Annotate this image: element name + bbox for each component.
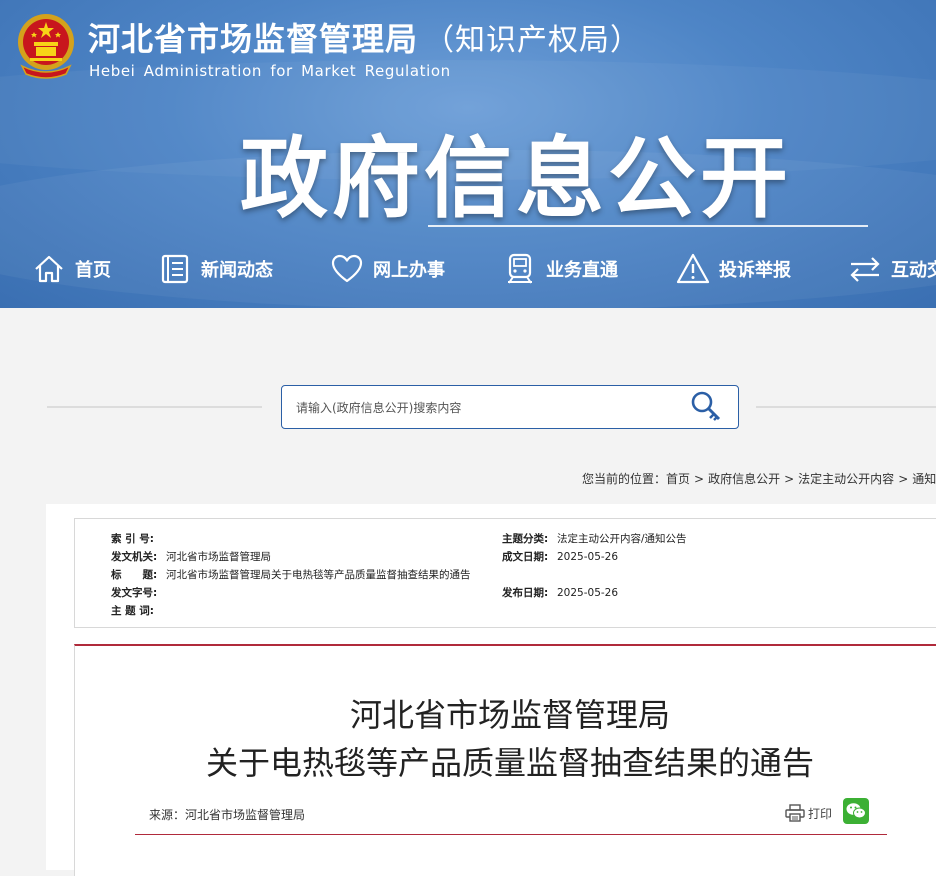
meta-created-date: 成文日期: 2025-05-26 (502, 549, 618, 564)
article-title-line2: 关于电热毯等产品质量监督抽查结果的通告 (205, 744, 814, 782)
nav-label: 新闻动态 (201, 260, 273, 281)
meta-value: 2025-05-26 (557, 587, 619, 599)
meta-published-date: 发布日期: 2025-05-26 (502, 585, 618, 600)
breadcrumb: 您当前的位置：首页>政府信息公开>法定主动公开内容>通知公告 (582, 470, 936, 487)
site-name-main: 河北省市场监督管理局 (88, 20, 419, 58)
main-content: 您当前的位置：首页>政府信息公开>法定主动公开内容>通知公告 索 引 号: 发文… (14, 308, 936, 876)
print-button[interactable]: 打印 (785, 804, 832, 822)
train-icon (508, 253, 532, 284)
breadcrumb-prefix: 您当前的位置： (582, 472, 667, 486)
nav-label: 业务直通 (546, 260, 618, 281)
nav-item-news[interactable]: 新闻动态 (158, 246, 273, 292)
national-emblem-icon[interactable] (14, 12, 78, 80)
meta-value: 河北省市场监督管理局 (166, 551, 271, 563)
breadcrumb-link-legal-content[interactable]: 法定主动公开内容 (798, 472, 894, 486)
heart-icon (331, 254, 363, 283)
meta-value: 河北省市场监督管理局关于电热毯等产品质量监督抽查结果的通告 (166, 569, 471, 581)
printer-icon (785, 804, 805, 822)
article-title-line1: 河北省市场监督管理局 (349, 696, 670, 734)
meta-label: 主 题 词: (111, 605, 155, 617)
breadcrumb-link-home[interactable]: 首页 (666, 472, 690, 486)
meta-category: 主题分类: 法定主动公开内容/通知公告 (502, 531, 687, 546)
article: 河北省市场监督管理局 关于电热毯等产品质量监督抽查结果的通告 来源：河北省市场监… (74, 644, 936, 876)
news-icon (161, 254, 189, 284)
meta-label: 发文字号: (111, 587, 158, 599)
breadcrumb-link-gov-info[interactable]: 政府信息公开 (708, 472, 780, 486)
search-key-icon[interactable] (690, 390, 724, 424)
breadcrumb-separator: > (898, 472, 909, 486)
site-header: 河北省市场监督管理局 （知识产权局） Hebei Administration f… (0, 0, 936, 308)
meta-label: 主题分类: (502, 533, 549, 545)
main-nav: 首页 新闻动态 网上办事 业务直通 投诉举报 互动 (0, 246, 936, 292)
nav-item-online-service[interactable]: 网上办事 (330, 246, 445, 292)
meta-label: 索 引 号: (111, 533, 155, 545)
meta-issuer: 发文机关: 河北省市场监督管理局 (111, 549, 271, 564)
site-name-cn[interactable]: 河北省市场监督管理局 （知识产权局） (88, 14, 641, 60)
breadcrumb-separator: > (694, 472, 705, 486)
breadcrumb-link-notices[interactable]: 通知公告 (912, 472, 936, 486)
site-name-en: Hebei Administration for Market Regulati… (89, 62, 451, 80)
meta-index: 索 引 号: (111, 531, 166, 546)
meta-label: 成文日期: (502, 551, 549, 563)
nav-item-complaint[interactable]: 投诉举报 (676, 246, 791, 292)
article-source: 来源：河北省市场监督管理局 (149, 808, 306, 822)
section-banner-title: 政府信息公开 (240, 127, 793, 230)
nav-item-home[interactable]: 首页 (32, 246, 111, 292)
meta-value: 法定主动公开内容/通知公告 (557, 533, 687, 545)
meta-label: 发布日期: (502, 587, 549, 599)
site-name-suffix: （知识产权局） (424, 23, 642, 58)
meta-value: 2025-05-26 (557, 551, 619, 563)
print-label: 打印 (808, 806, 833, 821)
home-icon (35, 255, 63, 283)
search-divider-left (47, 406, 262, 408)
document-meta-table: 索 引 号: 发文机关: 河北省市场监督管理局 标 题: 河北省市场监督管理局关于电… (74, 518, 936, 628)
banner-divider (428, 225, 868, 227)
exchange-icon (850, 257, 880, 282)
nav-item-business[interactable]: 业务直通 (503, 246, 618, 292)
nav-label: 投诉举报 (719, 260, 791, 281)
search-divider-right (756, 406, 936, 408)
nav-label: 网上办事 (373, 260, 445, 281)
search-box (281, 385, 739, 429)
meta-keywords: 主 题 词: (111, 603, 166, 618)
warning-icon (676, 253, 710, 284)
wechat-share-icon[interactable] (843, 798, 869, 824)
nav-label: 互动交流 (891, 260, 936, 281)
search-input[interactable] (294, 396, 678, 420)
meta-label: 发文机关: (111, 551, 158, 563)
nav-label: 首页 (75, 260, 111, 281)
article-divider (135, 834, 887, 835)
meta-title: 标 题: 河北省市场监督管理局关于电热毯等产品质量监督抽查结果的通告 (111, 567, 471, 582)
nav-item-interaction[interactable]: 互动交流 (848, 246, 936, 292)
meta-label: 标 题: (111, 569, 158, 581)
breadcrumb-separator: > (784, 472, 795, 486)
document-panel: 索 引 号: 发文机关: 河北省市场监督管理局 标 题: 河北省市场监督管理局关于电… (46, 504, 936, 876)
meta-doc-number: 发文字号: (111, 585, 166, 600)
